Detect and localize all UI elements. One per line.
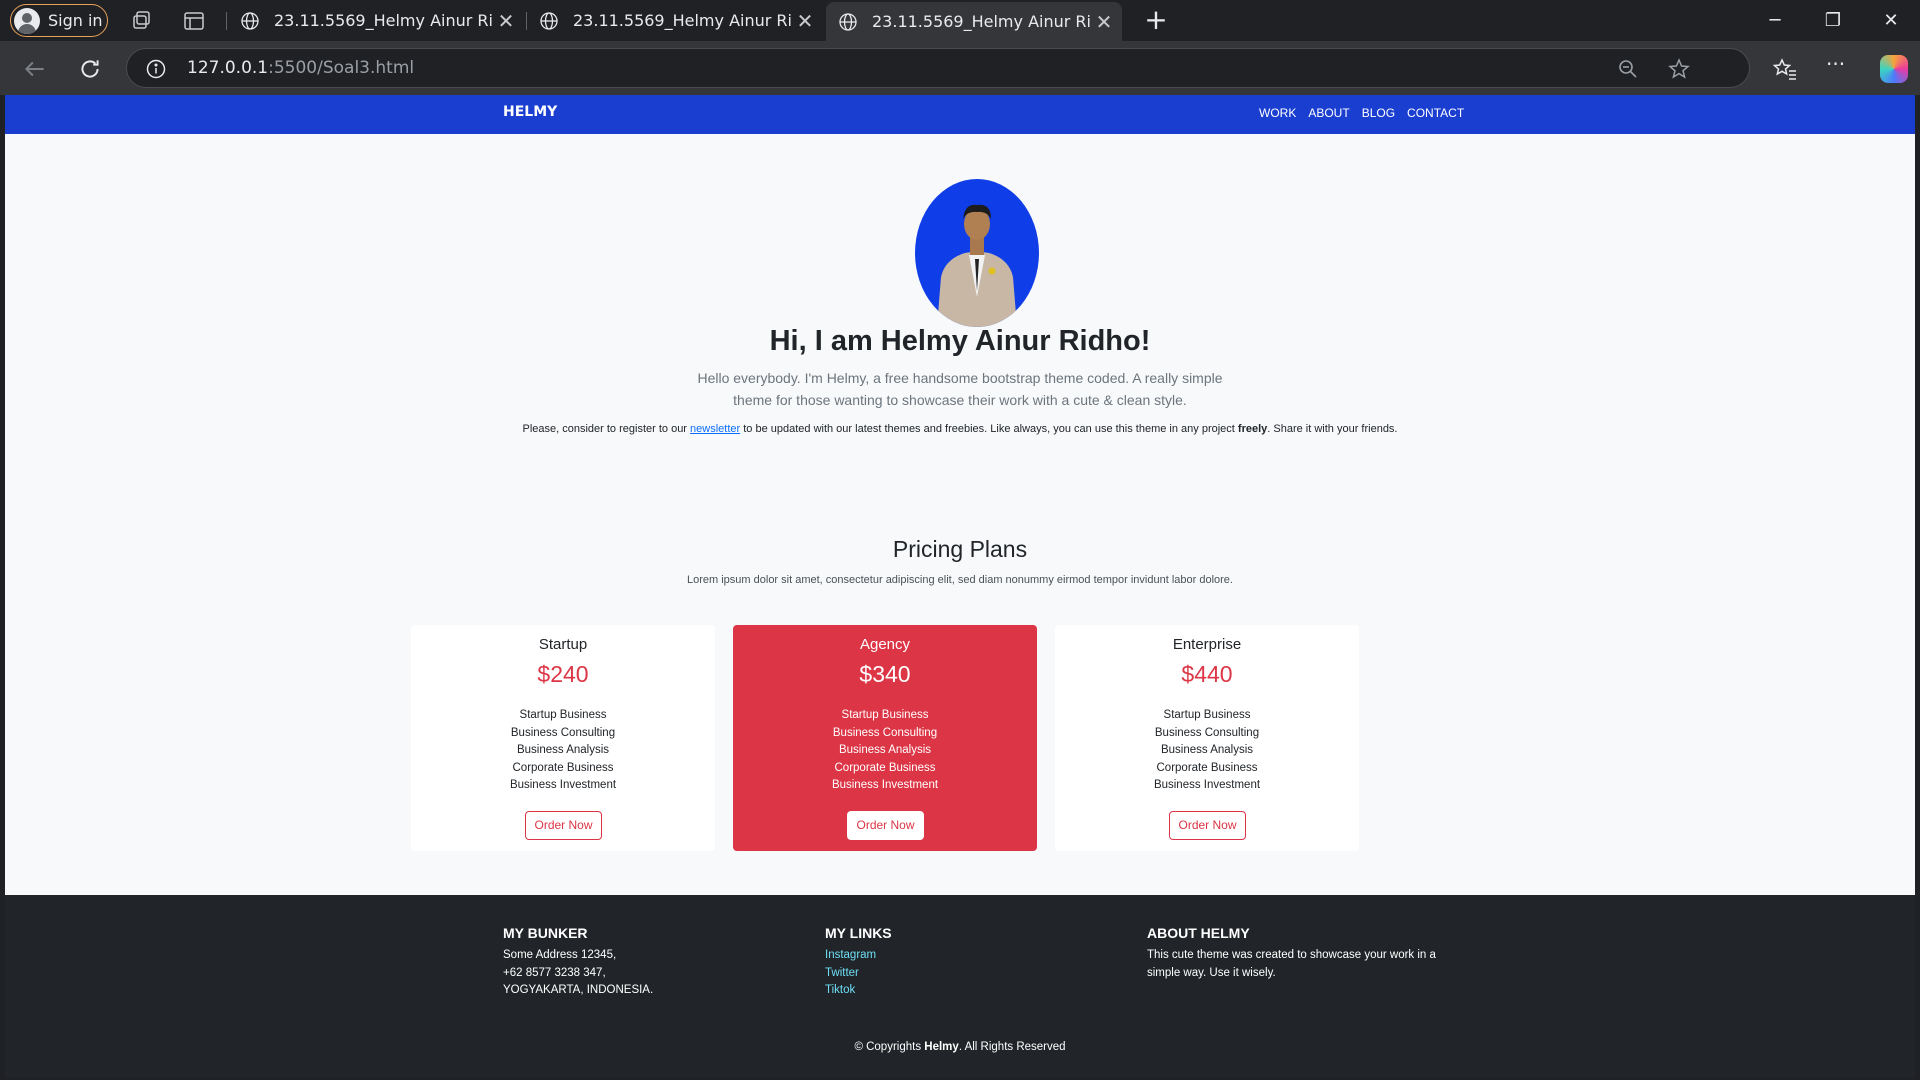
city-line: YOGYAKARTA, INDONESIA. [503, 984, 654, 997]
address-bar[interactable]: 127.0.0.1:5500/Soal3.html [126, 48, 1750, 88]
plan-price: $240 [537, 661, 589, 687]
favorite-star-icon[interactable] [1667, 57, 1691, 81]
browser-tab-active[interactable]: 23.11.5569_Helmy Ainur Ridho ✕ [826, 2, 1122, 41]
browser-tab[interactable]: 23.11.5569_Helmy Ainur Ridho ✕ [527, 0, 823, 41]
phone-line: +62 8577 3238 347, [503, 966, 606, 979]
hero-note: Please, consider to register to our news… [522, 423, 1398, 435]
nav-link-work[interactable]: WORK [1259, 106, 1296, 120]
profile-photo [915, 179, 1039, 327]
refresh-icon[interactable] [77, 56, 103, 82]
nav-link-blog[interactable]: BLOG [1362, 106, 1395, 120]
zoom-icon[interactable] [1617, 58, 1639, 80]
plan-feature: Business Analysis [516, 744, 610, 757]
plan-features: Startup Business Business Consulting Bus… [411, 707, 715, 795]
profile-avatar-icon [14, 7, 40, 34]
more-options-icon[interactable]: ··· [1826, 52, 1852, 78]
order-now-button[interactable]: Order Now [847, 811, 924, 840]
site-info-icon[interactable] [145, 58, 167, 80]
plan-feature: Corporate Business [512, 761, 614, 774]
footer-links: MY LINKS Instagram Twitter Tiktok [825, 925, 892, 1000]
nav-link-contact[interactable]: CONTACT [1407, 106, 1464, 120]
plan-feature: Business Investment [831, 779, 939, 792]
new-tab-button[interactable]: + [1140, 4, 1172, 36]
newsletter-link[interactable]: newsletter [690, 423, 740, 435]
site-footer: MY BUNKER Some Address 12345, +62 8577 3… [5, 895, 1915, 1078]
plan-feature: Business Investment [509, 779, 617, 792]
instagram-link[interactable]: Instagram [825, 947, 892, 965]
close-tab-icon[interactable]: ✕ [1090, 10, 1118, 34]
globe-icon [839, 12, 857, 31]
plan-feature: Business Consulting [1154, 726, 1260, 739]
tab-title: 23.11.5569_Helmy Ainur Ridho [274, 11, 492, 30]
plan-feature: Corporate Business [1156, 761, 1258, 774]
plan-feature: Business Analysis [838, 744, 932, 757]
footer-about: ABOUT HELMY This cute theme was created … [1147, 925, 1447, 982]
plan-name: Enterprise [1172, 636, 1242, 653]
copyright: © Copyrights Helmy. All Rights Reserved [854, 1041, 1066, 1053]
pricing-card-startup: Startup $240 Startup Business Business C… [411, 625, 715, 851]
copilot-icon[interactable] [1880, 55, 1908, 83]
footer-heading: ABOUT HELMY [1147, 925, 1250, 941]
plan-feature: Corporate Business [834, 761, 936, 774]
hero-title: Hi, I am Helmy Ainur Ridho! [769, 325, 1151, 357]
plan-feature: Startup Business [519, 709, 607, 721]
tab-separator [226, 12, 227, 30]
close-window-icon[interactable]: ✕ [1862, 0, 1920, 41]
footer-heading: MY LINKS [825, 925, 892, 941]
plan-features: Startup Business Business Consulting Bus… [733, 707, 1037, 795]
browser-tab[interactable]: 23.11.5569_Helmy Ainur Ridho ✕ [228, 0, 524, 41]
plan-feature: Startup Business [841, 709, 929, 721]
site-navbar: HELMY WORK ABOUT BLOG CONTACT [5, 95, 1915, 134]
plan-price: $440 [1181, 661, 1233, 687]
pricing-title: Pricing Plans [892, 536, 1028, 562]
close-tab-icon[interactable]: ✕ [492, 9, 520, 33]
hero-subtitle: Hello everybody. I'm Helmy, a free hands… [697, 370, 1223, 408]
about-text: This cute theme was created to showcase … [1147, 949, 1436, 979]
plan-feature: Startup Business [1163, 709, 1251, 721]
plan-price: $340 [859, 661, 911, 687]
tab-actions-icon[interactable] [182, 9, 206, 33]
sign-in-button[interactable]: Sign in [10, 4, 108, 37]
pricing-subtitle: Lorem ipsum dolor sit amet, consectetur … [687, 574, 1233, 586]
address-line: Some Address 12345, [503, 949, 617, 961]
page-viewport: HELMY WORK ABOUT BLOG CONTACT Hi, I am H… [5, 95, 1915, 1078]
favorites-icon[interactable] [1772, 56, 1798, 82]
plan-features: Startup Business Business Consulting Bus… [1055, 707, 1359, 795]
nav-link-about[interactable]: ABOUT [1308, 106, 1349, 120]
close-tab-icon[interactable]: ✕ [791, 9, 819, 33]
globe-icon [540, 11, 558, 30]
plan-feature: Business Investment [1153, 779, 1261, 792]
order-now-button[interactable]: Order Now [525, 811, 602, 840]
plan-name: Agency [859, 636, 911, 653]
minimize-icon[interactable]: ─ [1746, 0, 1804, 41]
site-brand[interactable]: HELMY [503, 104, 557, 120]
twitter-link[interactable]: Twitter [825, 965, 892, 983]
footer-heading: MY BUNKER [503, 925, 588, 941]
workspaces-icon[interactable] [130, 9, 154, 33]
plan-feature: Business Analysis [1160, 744, 1254, 757]
pricing-card-enterprise: Enterprise $440 Startup Business Busines… [1055, 625, 1359, 851]
tiktok-link[interactable]: Tiktok [825, 982, 892, 1000]
pricing-card-agency: Agency $340 Startup Business Business Co… [733, 625, 1037, 851]
plan-feature: Business Consulting [832, 726, 938, 739]
sign-in-label: Sign in [48, 11, 103, 30]
tab-title: 23.11.5569_Helmy Ainur Ridho [872, 12, 1090, 31]
tab-title: 23.11.5569_Helmy Ainur Ridho [573, 11, 791, 30]
browser-tab-bar: Sign in 23.11.5569_Helmy Ainur Ridho ✕ 2… [0, 0, 1920, 41]
url-text: 127.0.0.1:5500/Soal3.html [187, 58, 415, 78]
plan-name: Startup [538, 636, 588, 653]
back-icon[interactable] [22, 56, 48, 82]
nav-links: WORK ABOUT BLOG CONTACT [1259, 106, 1464, 120]
browser-toolbar: 127.0.0.1:5500/Soal3.html ··· [0, 41, 1920, 95]
globe-icon [241, 11, 259, 30]
order-now-button[interactable]: Order Now [1169, 811, 1246, 840]
footer-bunker: MY BUNKER Some Address 12345, +62 8577 3… [503, 925, 653, 1000]
plan-feature: Business Consulting [510, 726, 616, 739]
restore-icon[interactable]: ❐ [1804, 0, 1862, 41]
